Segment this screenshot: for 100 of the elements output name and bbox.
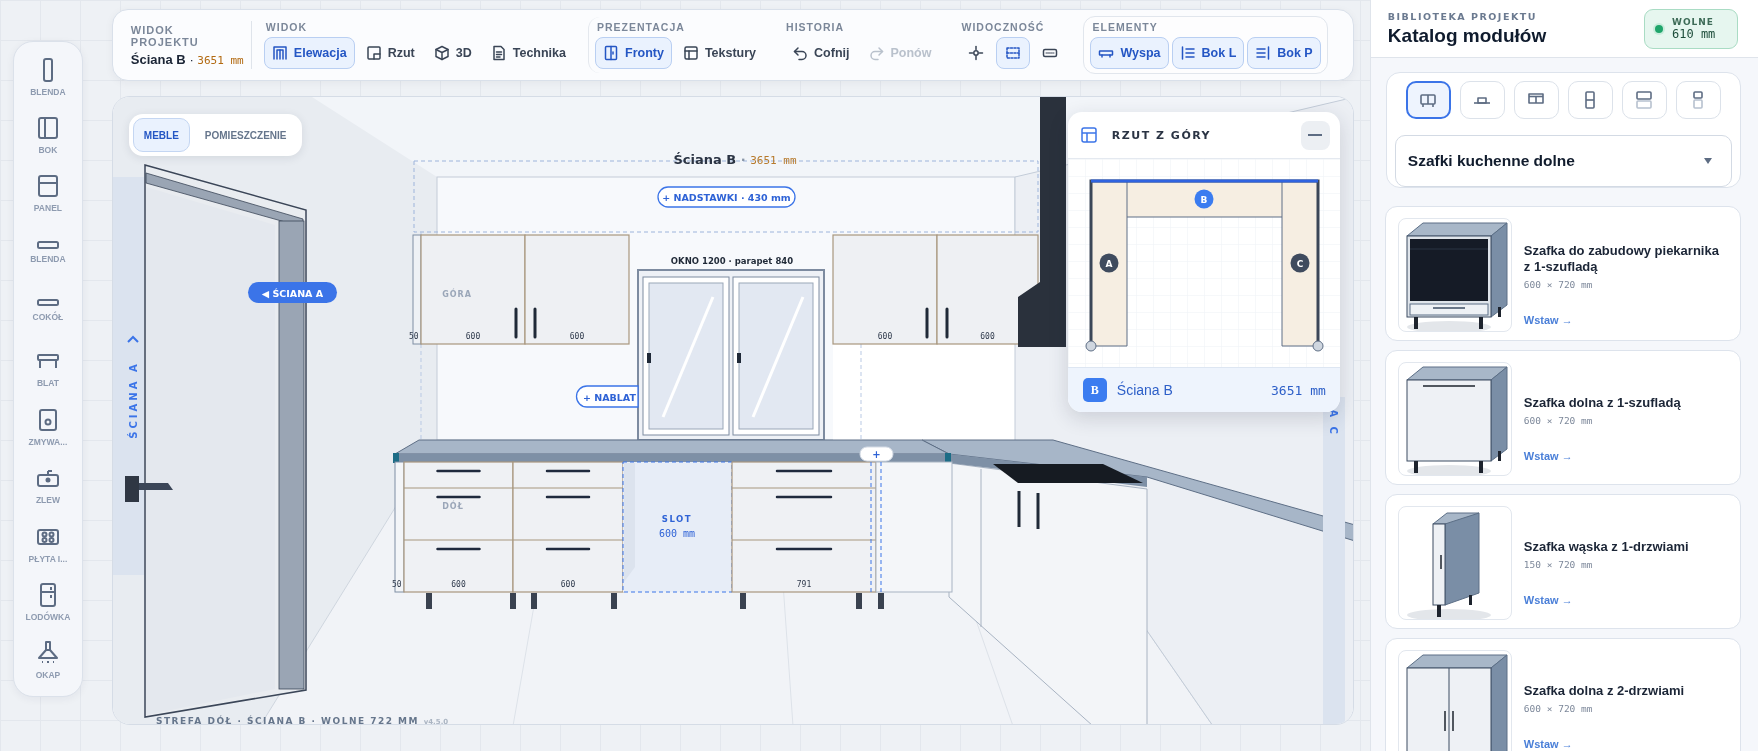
group-title: WIDOK [264, 21, 308, 33]
width-label: 600 [465, 332, 481, 341]
width-label: 600 [451, 580, 466, 589]
width-label: 50 [391, 580, 402, 589]
panel-icon [35, 174, 60, 199]
width-label: 600 [980, 332, 995, 341]
width-label: 50 [408, 332, 419, 341]
insert-link[interactable]: Wstaw → [1523, 314, 1573, 326]
cabinet-handle [1017, 491, 1021, 527]
layout-icon [1079, 126, 1098, 144]
cabinet-handle [533, 307, 537, 339]
section-title: WIDOK PROJEKTU [130, 23, 200, 48]
side-icon [35, 116, 60, 141]
zone-label: GÓRA [442, 290, 472, 299]
module-size: 600 × 720 mm [1523, 415, 1594, 426]
left-side-button[interactable]: Bok L [1171, 37, 1245, 69]
cabinet-handle [925, 307, 929, 339]
add-top-button[interactable]: + NADSTAWKI · 430 mm [657, 186, 796, 208]
collapse-button[interactable] [1300, 120, 1330, 150]
textures-icon [682, 45, 699, 61]
window-label: OKNO 1200 · parapet 840 [670, 256, 793, 266]
insert-link[interactable]: Wstaw → [1523, 450, 1573, 462]
cabinet-handle [514, 307, 518, 339]
chevron-up-icon [126, 335, 139, 343]
island-button[interactable]: Wyspa [1090, 37, 1169, 69]
group-title: ELEMENTY [1091, 21, 1159, 33]
elevation-button[interactable]: Elewacja [263, 37, 355, 69]
fronts-button[interactable]: Fronty [595, 37, 672, 69]
width-label: 600 [877, 332, 893, 341]
door-handle-drawing [124, 476, 173, 502]
hood-icon [35, 641, 60, 666]
worktop-cabinet-icon [1473, 96, 1492, 104]
crosshair-icon [968, 45, 985, 61]
module-name: Szafka wąska z 1-drzwiami [1523, 539, 1690, 555]
category-button[interactable] [1405, 81, 1451, 119]
wall-end-point[interactable] [1085, 340, 1097, 352]
wall-tab[interactable] [112, 177, 144, 575]
wall-marker[interactable]: B [1194, 189, 1214, 209]
insert-button[interactable]: + [859, 446, 894, 462]
panel-title: Katalog modułów [1387, 24, 1547, 47]
textures-button[interactable]: Tekstury [674, 37, 765, 69]
strip-icon [36, 240, 59, 249]
mode-tab[interactable]: MEBLE [132, 118, 190, 152]
module-card[interactable]: Szafka dolna z 1-szufladą 600 × 720 mm Wstaw → [1384, 350, 1741, 485]
wall-name: Ściana B [1116, 382, 1174, 398]
group-title: WIDOCZNOŚĆ [960, 21, 1046, 33]
zones-button[interactable] [996, 37, 1031, 69]
wall-title: Ściana B · 3651 mm [673, 152, 797, 167]
undo-button[interactable]: Cofnij [784, 37, 858, 69]
plinth-icon [36, 299, 59, 308]
wall-marker[interactable]: C [1290, 253, 1310, 273]
width-label: 600 [560, 580, 576, 589]
panel-title: RZUT Z GÓRY [1111, 128, 1213, 142]
group-title: HISTORIA [785, 21, 846, 33]
goto-wall-button[interactable]: ◀ ŚCIANA A [247, 282, 337, 303]
right-side-button[interactable]: Bok P [1247, 37, 1321, 69]
plan-icon [365, 45, 382, 61]
wall-badge: B [1082, 378, 1107, 402]
module-size: 150 × 720 mm [1523, 559, 1594, 570]
cabinet-handle [945, 307, 949, 339]
module-card[interactable]: Szafka do zabudowy piekarnika z 1-szufladą 600 × 720 mm Wstaw → [1384, 206, 1741, 341]
slot-title: SLOT [661, 514, 692, 524]
caret-icon [1703, 157, 1713, 165]
module-size: 600 × 720 mm [1523, 279, 1594, 290]
module-name: Szafka dolna z 2-drzwiami [1523, 683, 1686, 699]
undo-icon [792, 45, 809, 61]
wall-length: 3651 mm [1271, 382, 1326, 398]
free-space-badge: WOLNE 610 mm [1644, 8, 1738, 49]
width-label: 600 [569, 332, 585, 341]
cube-icon [433, 45, 450, 61]
document-button[interactable]: Technika [482, 37, 574, 69]
module-name: Szafka dolna z 1-szufladą [1523, 395, 1682, 411]
wall-end-point[interactable] [1312, 340, 1324, 352]
document-icon [490, 45, 507, 61]
group-title: PREZENTACJA [596, 21, 686, 33]
elevation-icon [271, 45, 288, 61]
redo-icon [868, 45, 885, 61]
plan-button[interactable]: Rzut [357, 37, 423, 69]
add-worktop-button[interactable]: + NABLAT [575, 385, 639, 408]
minus-icon [1308, 134, 1323, 136]
left-side-icon [1179, 45, 1196, 61]
mode-tab[interactable]: POMIESZCZENIE [193, 118, 298, 152]
status-dot-icon [1655, 24, 1663, 33]
wall-marker[interactable]: A [1099, 253, 1119, 273]
module-card[interactable]: Szafka dolna z 2-drzwiami 600 × 720 mm Wstaw → [1384, 638, 1741, 751]
insert-link[interactable]: Wstaw → [1523, 738, 1573, 750]
upper-cabinet-icon [1634, 90, 1655, 110]
project-wall: Ściana B · 3651 mm [130, 51, 243, 67]
zones-icon [1005, 45, 1022, 61]
cabinet-handle [1036, 493, 1040, 529]
right-side-icon [1255, 45, 1272, 61]
category-dropdown[interactable]: Szafki kuchenne dolne [1394, 135, 1732, 187]
cube-button[interactable]: 3D [425, 37, 480, 69]
module-size: 600 × 720 mm [1523, 703, 1594, 714]
width-label: 791 [796, 580, 812, 589]
insert-link[interactable]: Wstaw → [1523, 594, 1573, 606]
side-wall-label: ŚCIANA A [127, 361, 139, 439]
module-card[interactable]: Szafka wąska z 1-drzwiami 150 × 720 mm Wstaw → [1384, 494, 1741, 629]
slot-width: 600 mm [658, 528, 695, 539]
fronts-icon [603, 45, 619, 61]
